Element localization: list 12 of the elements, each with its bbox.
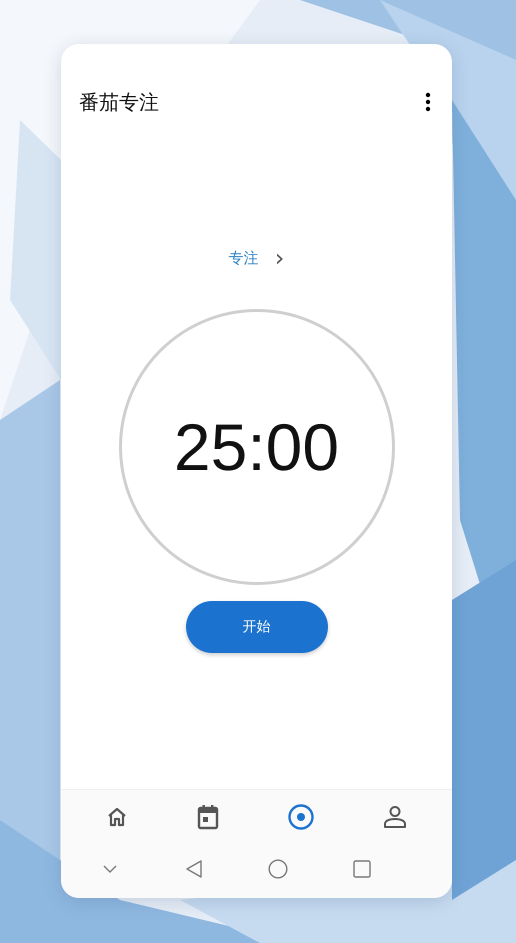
chevron-icon[interactable]: › <box>274 246 284 270</box>
start-button[interactable]: 开始 <box>186 601 328 653</box>
recents-icon[interactable] <box>353 860 371 878</box>
calendar-icon <box>196 804 220 830</box>
app-title: 番茄专注 <box>79 88 159 116</box>
person-icon <box>382 805 408 829</box>
back-icon[interactable] <box>186 860 202 878</box>
chevron-down-icon[interactable] <box>103 865 117 873</box>
home-icon[interactable] <box>268 859 288 879</box>
mode-label[interactable]: 专注 <box>228 248 259 268</box>
target-icon <box>287 803 316 831</box>
timer-time: 25:00 <box>174 409 340 485</box>
